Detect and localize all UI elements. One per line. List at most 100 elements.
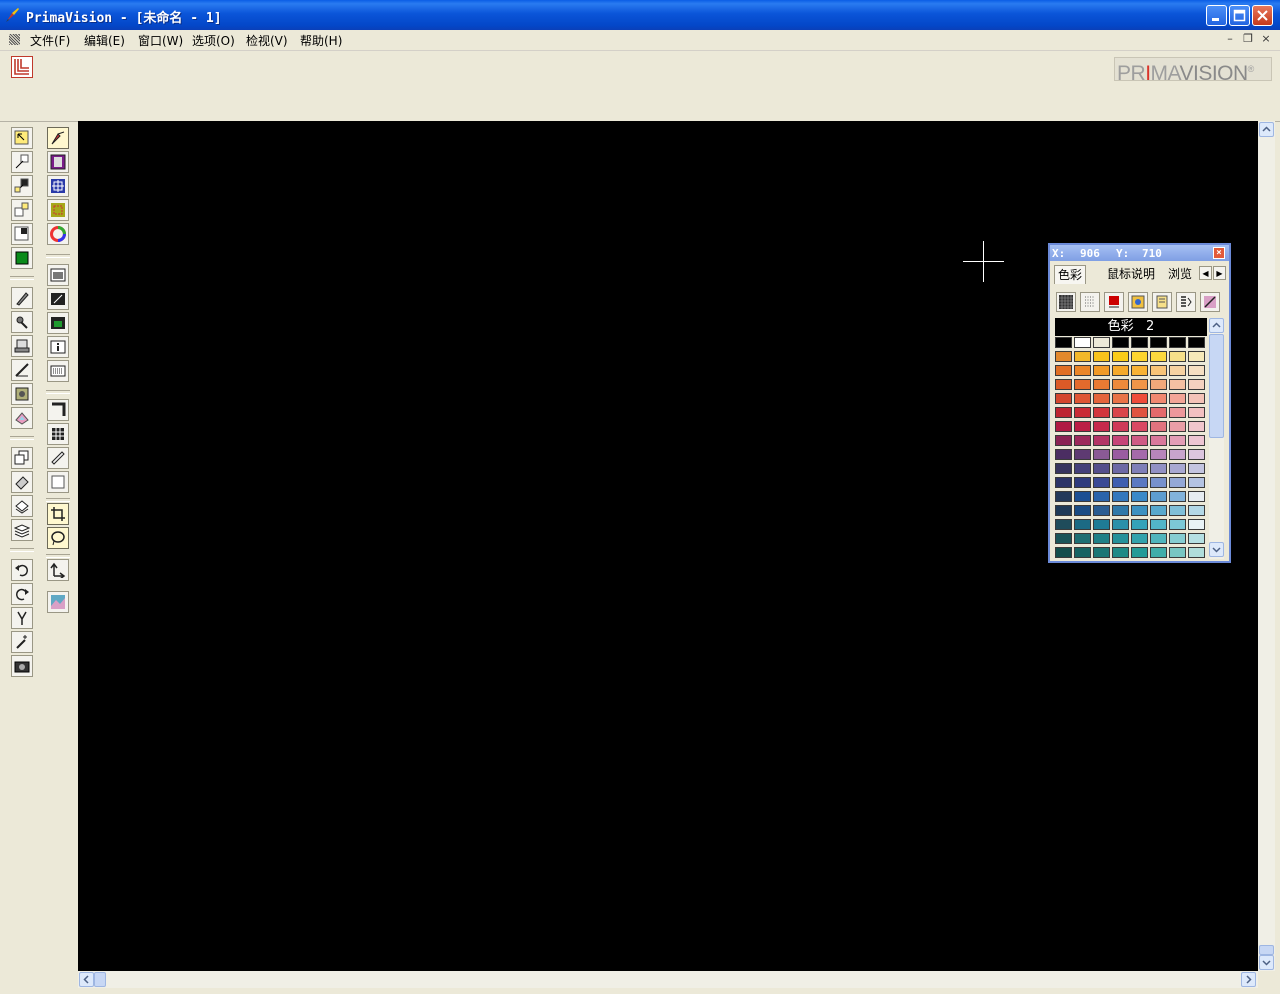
color-swatch[interactable]	[1093, 519, 1110, 530]
arrange-tool-button[interactable]	[47, 559, 69, 581]
color-swatch[interactable]	[1150, 393, 1167, 404]
color-swatch[interactable]	[1093, 351, 1110, 362]
color-swatch[interactable]	[1150, 505, 1167, 516]
color-swatch[interactable]	[1055, 379, 1072, 390]
color-swatch[interactable]	[1093, 407, 1110, 418]
color-swatch[interactable]	[1074, 449, 1091, 460]
color-swatch[interactable]	[1055, 407, 1072, 418]
draw-tool-button[interactable]	[47, 127, 69, 149]
color-swatch[interactable]	[1055, 477, 1072, 488]
close-button[interactable]	[1252, 5, 1273, 26]
stack-tool-button[interactable]	[11, 519, 33, 541]
scroll-down-button[interactable]	[1259, 955, 1274, 970]
color-swatch[interactable]	[1131, 337, 1148, 348]
scroll-right-button[interactable]	[1241, 972, 1256, 987]
image-window-button[interactable]	[47, 264, 69, 286]
color-swatch[interactable]	[1112, 393, 1129, 404]
palette-scroll-down-button[interactable]	[1209, 542, 1224, 557]
color-swatch[interactable]	[1112, 337, 1129, 348]
color-swatch[interactable]	[1093, 533, 1110, 544]
color-swatch[interactable]	[1169, 337, 1186, 348]
color-swatch[interactable]	[1074, 463, 1091, 474]
color-swatch[interactable]	[1055, 435, 1072, 446]
color-swatch[interactable]	[1169, 407, 1186, 418]
color-swatch-grid[interactable]	[1055, 337, 1207, 561]
palette-color-button[interactable]	[1104, 292, 1124, 312]
color-swatch[interactable]	[1150, 365, 1167, 376]
color-swatch[interactable]	[1169, 491, 1186, 502]
menu-file[interactable]: 文件(F)	[30, 32, 70, 49]
grid-pattern-button[interactable]	[47, 175, 69, 197]
undo-button[interactable]	[11, 559, 33, 581]
color-swatch[interactable]	[1055, 533, 1072, 544]
color-swatch[interactable]	[1055, 351, 1072, 362]
app-icon[interactable]	[5, 7, 21, 23]
color-swatch[interactable]	[1112, 351, 1129, 362]
spray-tool-button[interactable]	[11, 311, 33, 333]
gradient-tool-button[interactable]	[11, 407, 33, 429]
crop-tool-button[interactable]	[47, 503, 69, 525]
minimize-button[interactable]	[1206, 5, 1227, 26]
color-swatch[interactable]	[1074, 379, 1091, 390]
color-swatch[interactable]	[1112, 491, 1129, 502]
color-swatch[interactable]	[1112, 547, 1129, 558]
palette-close-button[interactable]: ×	[1213, 247, 1225, 259]
palette-settings-button[interactable]	[1200, 292, 1220, 312]
color-swatch[interactable]	[1112, 379, 1129, 390]
color-swatch[interactable]	[1150, 491, 1167, 502]
color-swatch[interactable]	[1093, 505, 1110, 516]
vertical-scroll-thumb[interactable]	[1259, 945, 1274, 955]
lasso-tool-button[interactable]	[47, 527, 69, 549]
color-swatch[interactable]	[1055, 449, 1072, 460]
color-swatch[interactable]	[1055, 393, 1072, 404]
color-swatch[interactable]	[1150, 435, 1167, 446]
grid-tool-button[interactable]	[47, 423, 69, 445]
color-swatch[interactable]	[1131, 477, 1148, 488]
color-swatch[interactable]	[1188, 379, 1205, 390]
tab-mouse-help[interactable]: 鼠标说明	[1104, 265, 1158, 283]
color-swatch[interactable]	[1074, 533, 1091, 544]
tab-browse[interactable]: 浏览	[1165, 265, 1195, 283]
color-swatch[interactable]	[1074, 365, 1091, 376]
color-swatch[interactable]	[1131, 435, 1148, 446]
redo-button[interactable]	[11, 583, 33, 605]
color-swatch[interactable]	[1055, 421, 1072, 432]
edit-window-button[interactable]	[47, 288, 69, 310]
magic-wand-button[interactable]	[11, 631, 33, 653]
tab-color[interactable]: 色彩	[1054, 265, 1087, 284]
color-swatch[interactable]	[1169, 519, 1186, 530]
palette-scrollbar[interactable]	[1209, 318, 1224, 559]
color-swatch[interactable]	[1169, 393, 1186, 404]
layers-tool-button[interactable]	[11, 447, 33, 469]
color-swatch[interactable]	[1169, 463, 1186, 474]
tweezers-tool-button[interactable]	[11, 607, 33, 629]
color-swatch[interactable]	[1150, 477, 1167, 488]
color-swatch[interactable]	[1093, 477, 1110, 488]
tab-scroll-left-button[interactable]: ◀	[1199, 266, 1212, 280]
pen-tool-button[interactable]	[11, 359, 33, 381]
color-swatch[interactable]	[1131, 351, 1148, 362]
color-swatch[interactable]	[1093, 393, 1110, 404]
ruler-tool-button[interactable]	[47, 447, 69, 469]
color-swatch[interactable]	[1188, 533, 1205, 544]
camera-tool-button[interactable]	[11, 655, 33, 677]
color-swatch[interactable]	[1150, 337, 1167, 348]
color-swatch[interactable]	[1131, 407, 1148, 418]
color-swatch[interactable]	[1112, 477, 1129, 488]
color-swatch[interactable]	[1074, 505, 1091, 516]
palette-image-button[interactable]	[1128, 292, 1148, 312]
texture-tool-button[interactable]	[47, 199, 69, 221]
color-swatch[interactable]	[1074, 421, 1091, 432]
color-swatch[interactable]	[1093, 435, 1110, 446]
horizontal-scrollbar[interactable]	[78, 971, 1258, 988]
color-swatch[interactable]	[1188, 547, 1205, 558]
color-swatch[interactable]	[1169, 547, 1186, 558]
color-swatch[interactable]	[1131, 393, 1148, 404]
color-swatch[interactable]	[1131, 519, 1148, 530]
color-swatch[interactable]	[1150, 547, 1167, 558]
color-swatch[interactable]	[1074, 519, 1091, 530]
color-swatch[interactable]	[1169, 365, 1186, 376]
menu-view[interactable]: 检视(V)	[246, 32, 288, 49]
color-swatch[interactable]	[1150, 421, 1167, 432]
color-swatch[interactable]	[1169, 351, 1186, 362]
